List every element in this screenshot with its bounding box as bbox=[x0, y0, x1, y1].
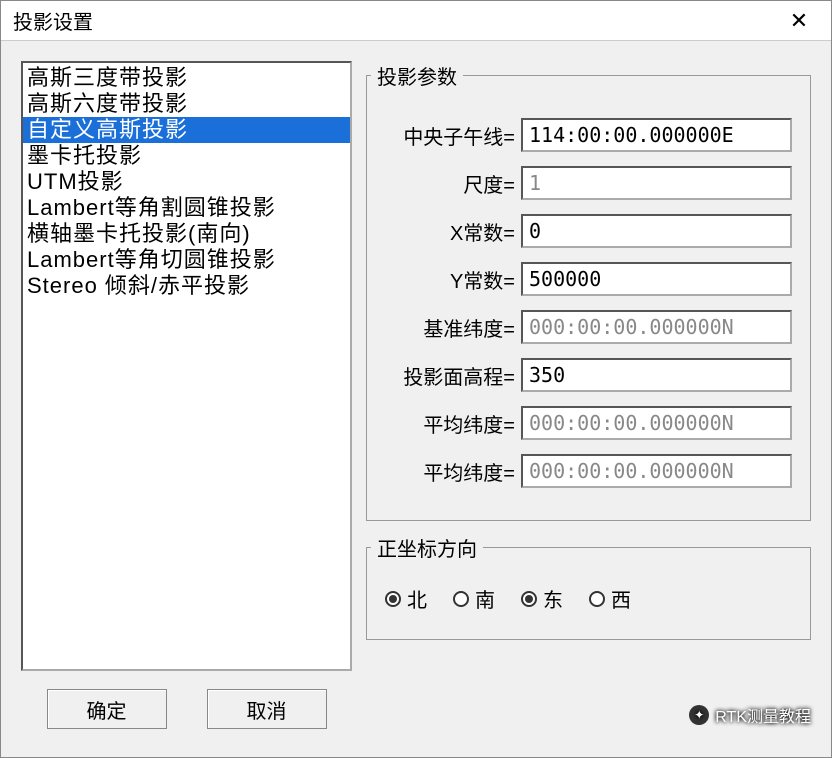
param-input bbox=[521, 406, 792, 440]
titlebar: 投影设置 ✕ bbox=[1, 1, 831, 41]
param-label: 平均纬度= bbox=[371, 457, 521, 486]
param-label: X常数= bbox=[371, 217, 521, 246]
param-label: 平均纬度= bbox=[371, 409, 521, 438]
radio-icon bbox=[521, 591, 537, 607]
param-row: Y常数= bbox=[371, 262, 792, 296]
right-panel: 投影参数 中央子午线= 尺度= X常数= Y常数= 基准纬度= 投影面高程= 平均纬度= 平均… bbox=[366, 61, 811, 737]
direction-legend: 正坐标方向 bbox=[371, 533, 483, 562]
list-item[interactable]: 高斯三度带投影 bbox=[23, 65, 350, 91]
close-icon[interactable]: ✕ bbox=[779, 1, 819, 41]
param-input[interactable] bbox=[521, 358, 792, 392]
projection-listbox[interactable]: 高斯三度带投影高斯六度带投影自定义高斯投影墨卡托投影UTM投影Lambert等角… bbox=[21, 61, 352, 671]
dialog-window: 投影设置 ✕ 高斯三度带投影高斯六度带投影自定义高斯投影墨卡托投影UTM投影La… bbox=[0, 0, 832, 758]
param-label: 投影面高程= bbox=[371, 361, 521, 390]
radio-icon bbox=[589, 591, 605, 607]
param-label: Y常数= bbox=[371, 265, 521, 294]
radio-option[interactable]: 南 bbox=[453, 584, 495, 613]
window-title: 投影设置 bbox=[13, 6, 779, 35]
radio-label: 北 bbox=[407, 584, 427, 613]
param-row: 平均纬度= bbox=[371, 406, 792, 440]
param-row: 中央子午线= bbox=[371, 118, 792, 152]
param-input bbox=[521, 166, 792, 200]
content-area: 高斯三度带投影高斯六度带投影自定义高斯投影墨卡托投影UTM投影Lambert等角… bbox=[1, 41, 831, 757]
list-item[interactable]: 墨卡托投影 bbox=[23, 143, 350, 169]
param-label: 基准纬度= bbox=[371, 313, 521, 342]
param-label: 中央子午线= bbox=[371, 121, 521, 150]
params-fieldset: 投影参数 中央子午线= 尺度= X常数= Y常数= 基准纬度= 投影面高程= 平均纬度= 平均… bbox=[366, 61, 811, 521]
param-row: X常数= bbox=[371, 214, 792, 248]
button-row: 确定 取消 bbox=[21, 689, 352, 737]
radio-label: 东 bbox=[543, 584, 563, 613]
direction-fieldset: 正坐标方向 北 南 东 西 bbox=[366, 533, 811, 640]
radio-icon bbox=[385, 591, 401, 607]
radio-label: 南 bbox=[475, 584, 495, 613]
param-input[interactable] bbox=[521, 262, 792, 296]
param-row: 尺度= bbox=[371, 166, 792, 200]
param-row: 平均纬度= bbox=[371, 454, 792, 488]
cancel-button[interactable]: 取消 bbox=[207, 689, 327, 729]
radio-label: 西 bbox=[611, 584, 631, 613]
param-label: 尺度= bbox=[371, 169, 521, 198]
list-item[interactable]: 高斯六度带投影 bbox=[23, 91, 350, 117]
param-input bbox=[521, 454, 792, 488]
param-row: 投影面高程= bbox=[371, 358, 792, 392]
radio-option[interactable]: 东 bbox=[521, 584, 563, 613]
list-item[interactable]: 横轴墨卡托投影(南向) bbox=[23, 221, 350, 247]
list-item[interactable]: Lambert等角切圆锥投影 bbox=[23, 247, 350, 273]
radio-option[interactable]: 北 bbox=[385, 584, 427, 613]
param-input[interactable] bbox=[521, 214, 792, 248]
params-legend: 投影参数 bbox=[371, 61, 463, 90]
ok-button[interactable]: 确定 bbox=[47, 689, 167, 729]
list-item[interactable]: 自定义高斯投影 bbox=[23, 117, 350, 143]
param-row: 基准纬度= bbox=[371, 310, 792, 344]
radio-option[interactable]: 西 bbox=[589, 584, 631, 613]
param-input[interactable] bbox=[521, 118, 792, 152]
left-panel: 高斯三度带投影高斯六度带投影自定义高斯投影墨卡托投影UTM投影Lambert等角… bbox=[21, 61, 352, 737]
param-input bbox=[521, 310, 792, 344]
list-item[interactable]: Stereo 倾斜/赤平投影 bbox=[23, 273, 350, 299]
list-item[interactable]: Lambert等角割圆锥投影 bbox=[23, 195, 350, 221]
list-item[interactable]: UTM投影 bbox=[23, 169, 350, 195]
radio-icon bbox=[453, 591, 469, 607]
